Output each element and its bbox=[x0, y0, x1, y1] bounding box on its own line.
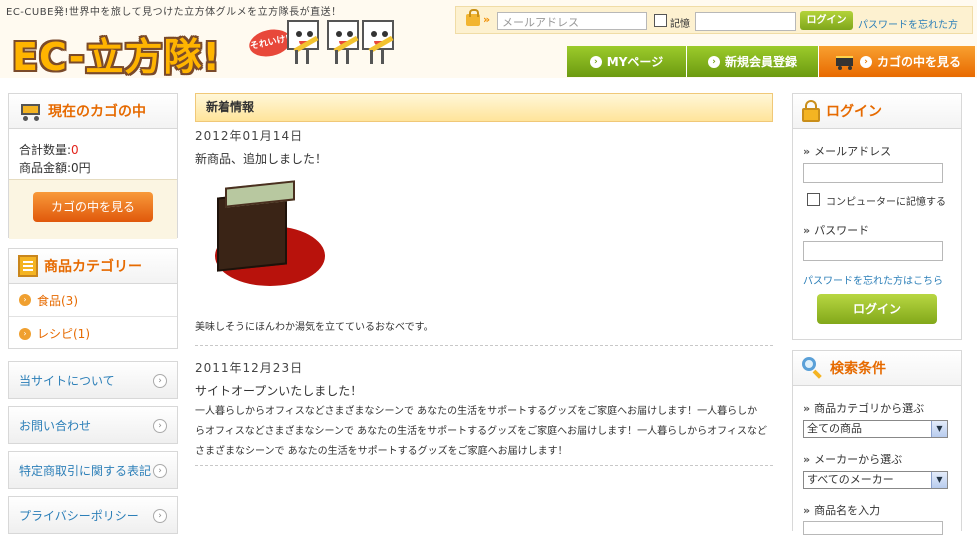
login-box: ログイン » メールアドレス コンピューターに記憶する » パスワード パスワードを… bbox=[792, 93, 962, 340]
news-divider bbox=[195, 465, 773, 466]
category-item-label: 食品(3) bbox=[37, 293, 78, 308]
lock-icon bbox=[466, 9, 480, 26]
site-header: EC-CUBE発!世界中を旅して見つけた立方体グルメを立方隊長が直送！ EC-立… bbox=[0, 0, 977, 79]
cart-amount: 商品金額:0円 bbox=[19, 161, 91, 175]
news-headline[interactable]: サイトオープンいたしました！ bbox=[195, 382, 362, 399]
side-link-label: 当サイトについて bbox=[19, 373, 115, 388]
password-field[interactable] bbox=[803, 241, 943, 261]
category-select[interactable]: 全ての商品 ▼ bbox=[803, 420, 948, 438]
nav-register[interactable]: › 新規会員登録 bbox=[687, 46, 819, 77]
news-body: 美味しそうにほんわか湯気を立てているおなべです。 bbox=[195, 322, 434, 333]
login-button[interactable]: ログイン bbox=[817, 294, 937, 324]
lock-icon bbox=[802, 100, 820, 122]
category-title: 商品カテゴリー bbox=[9, 249, 177, 284]
chevron-down-icon: ▼ bbox=[931, 472, 947, 488]
chevron-right-icon: › bbox=[153, 374, 167, 388]
mascot-icon bbox=[362, 20, 394, 64]
nav-cart-label: カゴの中を見る bbox=[876, 55, 961, 69]
arrow-circle-icon: › bbox=[19, 327, 31, 340]
cart-button-area: カゴの中を見る bbox=[9, 179, 177, 239]
category-item-recipe[interactable]: › レシピ(1) bbox=[9, 317, 177, 350]
arrow-circle-icon: › bbox=[589, 55, 602, 68]
side-link-contact[interactable]: お問い合わせ › bbox=[8, 406, 178, 444]
news-date: 2012年01月14日 bbox=[195, 129, 304, 143]
header-login-button[interactable]: ログイン bbox=[800, 11, 853, 30]
news-divider bbox=[195, 345, 773, 346]
category-select-label: » 商品カテゴリから選ぶ bbox=[803, 402, 925, 415]
cart-icon bbox=[833, 54, 855, 70]
view-cart-button[interactable]: カゴの中を見る bbox=[33, 192, 153, 222]
header-remember-checkbox[interactable] bbox=[654, 14, 667, 27]
login-title: ログイン bbox=[793, 94, 961, 129]
logo-text: EC-立方隊! bbox=[12, 35, 221, 79]
news-headline[interactable]: 新商品、追加しました！ bbox=[195, 150, 327, 167]
header-email-input[interactable]: メールアドレス bbox=[497, 12, 647, 30]
cart-quantity: 合計数量:0 bbox=[19, 143, 79, 157]
side-link-law[interactable]: 特定商取引に関する表記 › bbox=[8, 451, 178, 489]
cart-summary-body: 合計数量:0 商品金額:0円 bbox=[9, 129, 177, 177]
email-field[interactable] bbox=[803, 163, 943, 183]
category-item-label: レシピ(1) bbox=[37, 327, 90, 341]
header-password-input[interactable] bbox=[695, 12, 796, 31]
password-label: » パスワード bbox=[803, 224, 870, 237]
category-item-food[interactable]: › 食品(3) bbox=[9, 284, 177, 317]
remember-checkbox[interactable] bbox=[807, 193, 820, 206]
arrow-circle-icon: › bbox=[859, 55, 872, 68]
search-icon bbox=[802, 357, 824, 379]
product-name-label: » 商品名を入力 bbox=[803, 504, 881, 517]
news-product-image bbox=[195, 170, 325, 298]
news-date: 2011年12月23日 bbox=[195, 361, 304, 375]
nav-register-label: 新規会員登録 bbox=[724, 55, 797, 69]
maker-select-label: » メーカーから選ぶ bbox=[803, 453, 903, 466]
news-title: 新着情報 bbox=[195, 93, 773, 122]
maker-select[interactable]: すべてのメーカー ▼ bbox=[803, 471, 948, 489]
header-forgot-password-link[interactable]: パスワードを忘れた方 bbox=[858, 16, 958, 31]
mascot-icon bbox=[287, 20, 319, 64]
email-label: » メールアドレス bbox=[803, 145, 892, 158]
header-login-bar: » メールアドレス 記憶 ログイン パスワードを忘れた方 bbox=[455, 6, 973, 34]
nav-cart[interactable]: › カゴの中を見る bbox=[819, 46, 975, 77]
mascot-icon bbox=[327, 20, 359, 64]
site-logo[interactable]: EC-立方隊! それいけ! bbox=[12, 20, 402, 79]
global-nav: › MYページ › 新規会員登録 › カゴの中を見る bbox=[567, 46, 975, 77]
chevron-right-icon: » bbox=[483, 13, 491, 26]
side-link-privacy[interactable]: プライバシーポリシー › bbox=[8, 496, 178, 534]
side-link-label: プライバシーポリシー bbox=[19, 508, 139, 523]
cart-summary-title: 現在のカゴの中 bbox=[9, 94, 177, 129]
side-link-label: お問い合わせ bbox=[19, 418, 92, 433]
chevron-right-icon: › bbox=[153, 419, 167, 433]
login-heading: ログイン bbox=[826, 104, 882, 120]
category-heading: 商品カテゴリー bbox=[44, 259, 142, 275]
arrow-circle-icon: › bbox=[19, 294, 31, 306]
category-box: 商品カテゴリー › 食品(3) › レシピ(1) bbox=[8, 248, 178, 349]
cart-summary-box: 現在のカゴの中 合計数量:0 商品金額:0円 カゴの中を見る bbox=[8, 93, 178, 239]
site-tagline: EC-CUBE発!世界中を旅して見つけた立方体グルメを立方隊長が直送！ bbox=[6, 7, 342, 18]
chevron-down-icon: ▼ bbox=[931, 421, 947, 437]
side-link-label: 特定商取引に関する表記 bbox=[19, 463, 152, 478]
chevron-right-icon: › bbox=[153, 509, 167, 523]
nav-mypage[interactable]: › MYページ bbox=[567, 46, 687, 77]
search-heading: 検索条件 bbox=[830, 361, 886, 377]
cart-quantity-value: 0 bbox=[71, 143, 79, 157]
side-link-about[interactable]: 当サイトについて › bbox=[8, 361, 178, 399]
cart-amount-value: 0円 bbox=[71, 161, 91, 175]
header-remember-label: 記憶 bbox=[670, 19, 690, 30]
book-icon bbox=[18, 255, 38, 277]
search-box: 検索条件 » 商品カテゴリから選ぶ 全ての商品 ▼ » メーカーから選ぶ すべてのメ… bbox=[792, 350, 962, 535]
cart-icon bbox=[18, 101, 42, 121]
chevron-right-icon: › bbox=[153, 464, 167, 478]
forgot-password-link[interactable]: パスワードを忘れた方はこちら bbox=[803, 272, 943, 287]
product-name-input[interactable] bbox=[803, 521, 943, 535]
remember-label: コンピューターに記憶する bbox=[826, 197, 946, 208]
arrow-circle-icon: › bbox=[707, 55, 720, 68]
news-body: 一人暮らしからオフィスなどさまざまなシーンで あなたの生活をサポートするグッズを… bbox=[195, 406, 767, 457]
cart-summary-heading: 現在のカゴの中 bbox=[48, 104, 146, 120]
search-title: 検索条件 bbox=[793, 351, 961, 386]
nav-mypage-label: MYページ bbox=[606, 55, 664, 69]
